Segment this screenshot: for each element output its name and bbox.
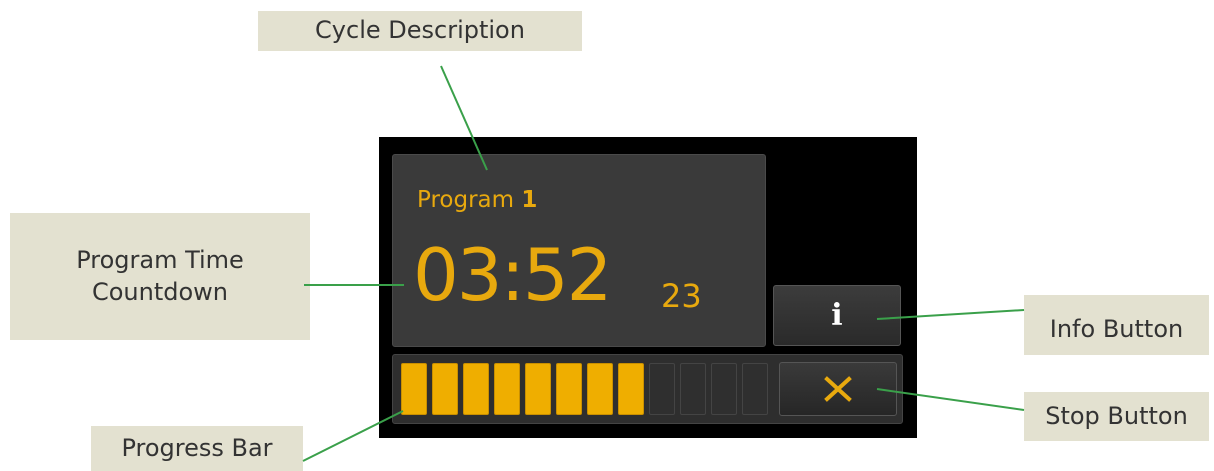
program-time-label-line2: Countdown bbox=[91, 277, 229, 306]
progress-segment-empty bbox=[649, 363, 675, 415]
control-strip bbox=[392, 354, 903, 424]
info-button-label: Info Button bbox=[1049, 314, 1184, 343]
progress-bar-callout: Progress Bar bbox=[91, 426, 303, 471]
info-button[interactable]: i bbox=[773, 285, 901, 346]
progress-segment-filled bbox=[525, 363, 551, 415]
stop-button[interactable] bbox=[779, 362, 897, 416]
info-button-callout: Info Button bbox=[1024, 295, 1209, 355]
progress-segment-filled bbox=[432, 363, 458, 415]
cycle-description-callout: Cycle Description bbox=[258, 11, 582, 51]
program-display: Program 1 03:52 23 bbox=[392, 154, 766, 347]
progress-segment-filled bbox=[401, 363, 427, 415]
program-time-seconds: 23 bbox=[661, 277, 702, 315]
program-time-label-line1: Program Time bbox=[76, 246, 244, 275]
progress-segment-empty bbox=[711, 363, 737, 415]
cycle-description-label: Cycle Description bbox=[315, 16, 525, 45]
stop-button-callout: Stop Button bbox=[1024, 392, 1209, 441]
info-icon: i bbox=[831, 298, 843, 333]
stop-button-label: Stop Button bbox=[1045, 401, 1188, 430]
progress-segment-filled bbox=[587, 363, 613, 415]
progress-segment-empty bbox=[742, 363, 768, 415]
close-icon bbox=[824, 376, 852, 402]
cycle-description: Program 1 bbox=[417, 187, 537, 213]
progress-segment-filled bbox=[494, 363, 520, 415]
progress-segment-filled bbox=[618, 363, 644, 415]
device-screen: Program 1 03:52 23 i bbox=[379, 137, 917, 438]
program-word: Program bbox=[417, 187, 515, 213]
progress-bar-label: Progress Bar bbox=[121, 433, 273, 462]
progress-segment-empty bbox=[680, 363, 706, 415]
progress-segment-filled bbox=[463, 363, 489, 415]
program-number: 1 bbox=[521, 187, 538, 213]
program-time-callout: Program Time Countdown bbox=[10, 213, 310, 340]
progress-segment-filled bbox=[556, 363, 582, 415]
progress-bar bbox=[401, 363, 768, 415]
program-time-countdown: 03:52 bbox=[413, 233, 612, 317]
